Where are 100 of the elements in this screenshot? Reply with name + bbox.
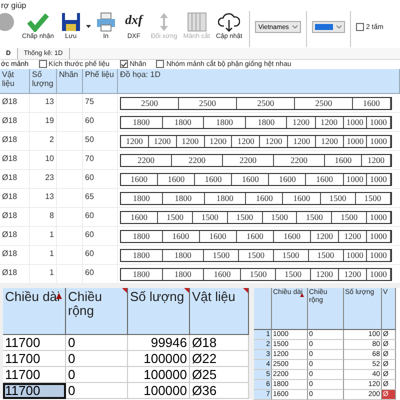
bar-piece: 1000 xyxy=(367,136,391,147)
bar-piece: 2500 xyxy=(295,98,354,109)
bar-piece: 1800 xyxy=(246,117,288,128)
column-header[interactable]: Vật liệu xyxy=(190,288,249,335)
bar-piece: 1000 xyxy=(367,269,391,280)
bar-piece: 1000 xyxy=(344,117,368,128)
bar-piece: 1200 xyxy=(362,155,391,166)
bar-piece: 1600 xyxy=(246,193,284,204)
table-cell: 60 xyxy=(83,113,118,132)
table-cell: Ø25 xyxy=(190,367,249,383)
column-header[interactable]: Nhãn xyxy=(57,69,83,94)
bar-piece: 1600 xyxy=(269,174,306,185)
table-cell: 8 xyxy=(30,208,57,227)
grid-icon xyxy=(186,12,207,32)
bar-piece: 2200 xyxy=(274,155,325,166)
table-cell: 60 xyxy=(83,246,118,265)
table-cell xyxy=(57,94,83,113)
bar-piece: 1600 xyxy=(195,174,232,185)
bar-piece: 1600 xyxy=(283,193,321,204)
bar-piece: 1500 xyxy=(320,193,356,204)
menu-item[interactable]: rợ giúp xyxy=(0,0,400,11)
bar-piece: 1800 xyxy=(121,117,163,128)
bar-piece: 1800 xyxy=(121,193,163,204)
bar-piece: 1500 xyxy=(228,212,263,223)
bar-piece: 1000 xyxy=(344,250,368,261)
bar-piece: 1000 xyxy=(367,174,391,185)
table-cell: 1 xyxy=(30,246,57,265)
bar-piece: 1200 xyxy=(148,136,177,147)
column-header[interactable]: Vật liệu xyxy=(0,69,30,94)
table-cell: Ø18 xyxy=(0,151,30,170)
bar-piece: 1200 xyxy=(310,231,340,242)
bar-piece: 1000 xyxy=(367,250,391,261)
bar-piece: 1200 xyxy=(339,231,368,242)
bar-piece: 1200 xyxy=(232,136,260,147)
table-cell: 11700 xyxy=(3,335,66,351)
bar-piece: 1500 xyxy=(297,212,332,223)
bar-piece: 1200 xyxy=(316,136,344,147)
column-header[interactable]: Số lượng xyxy=(128,288,190,335)
color-dropdown[interactable] xyxy=(312,21,345,33)
table-cell: 0 xyxy=(66,351,128,367)
chevron-down-icon xyxy=(336,25,342,29)
bar-piece: 1500 xyxy=(274,250,309,261)
chevron-down-icon xyxy=(292,25,298,29)
dxf-icon: dxf xyxy=(125,12,142,32)
bar-piece: 1000 xyxy=(344,136,368,147)
column-header[interactable]: Đồ họa: 1D xyxy=(118,69,400,94)
table-cell: Ø18 xyxy=(0,170,30,189)
sort-arrow-icon xyxy=(300,293,304,297)
bar-piece: 1000 xyxy=(367,212,391,223)
bar-piece: 1600 xyxy=(232,174,270,185)
table-cell: 0 xyxy=(66,383,128,399)
bar-piece: 1200 xyxy=(260,136,288,147)
bar-piece: 1200 xyxy=(316,117,344,128)
column-header[interactable]: Chiều rộng xyxy=(66,288,128,335)
bar-piece: 1600 xyxy=(162,231,200,242)
bar-piece: 1500 xyxy=(239,250,274,261)
bar-piece: 1200 xyxy=(288,136,316,147)
bar-piece: 1200 xyxy=(339,269,368,280)
bar-piece: 1500 xyxy=(192,212,228,223)
table-cell: 65 xyxy=(83,189,118,208)
bar-piece: 1200 xyxy=(310,269,340,280)
bar-piece: 1500 xyxy=(241,269,276,280)
checkmark-icon xyxy=(26,12,49,32)
column-header[interactable]: Số lượng xyxy=(30,69,57,94)
bar-piece: 1800 xyxy=(121,269,163,280)
table-cell: 19 xyxy=(30,113,57,132)
table-cell: 60 xyxy=(83,208,118,227)
bar-piece: 1600 xyxy=(306,174,344,185)
header-corner[interactable] xyxy=(254,288,272,330)
table-cell: 60 xyxy=(83,170,118,189)
bar-piece: 1000 xyxy=(344,174,368,185)
table-cell: 0 xyxy=(66,335,128,351)
bar-piece: 1600 xyxy=(200,231,237,242)
table-cell: 99946 xyxy=(128,335,190,351)
table-cell: 100000 xyxy=(128,367,190,383)
bar-piece: 1600 xyxy=(121,212,158,223)
caret-icon[interactable] xyxy=(86,25,91,29)
table-cell: 11700 xyxy=(3,351,66,367)
bar-piece: 1500 xyxy=(204,250,240,261)
bar-piece: 2500 xyxy=(237,98,296,109)
bar-piece: 1800 xyxy=(162,250,204,261)
table-cell: 1 xyxy=(30,227,57,246)
bar-piece: 1600 xyxy=(236,231,274,242)
bar-piece: 1200 xyxy=(204,136,232,147)
table-cell: Ø22 xyxy=(190,351,249,367)
table-cell: 0 xyxy=(66,367,128,383)
table-cell: 100000 xyxy=(128,351,190,367)
column-header[interactable]: Phế liệu xyxy=(83,69,118,94)
table-cell: 60 xyxy=(83,265,118,284)
table-cell: 60 xyxy=(83,227,118,246)
table-cell: Ø36 xyxy=(190,383,249,399)
table-cell: 100000 xyxy=(128,383,190,399)
table-cell: 13 xyxy=(30,94,57,113)
bar-piece: 2200 xyxy=(223,155,274,166)
table-cell: 13 xyxy=(30,189,57,208)
bar-piece: 1200 xyxy=(287,117,316,128)
bar-piece: 2500 xyxy=(179,98,238,109)
table-cell: 1 xyxy=(30,265,57,284)
bar-piece: 2500 xyxy=(121,98,180,109)
table-cell: Ø18 xyxy=(0,227,30,246)
